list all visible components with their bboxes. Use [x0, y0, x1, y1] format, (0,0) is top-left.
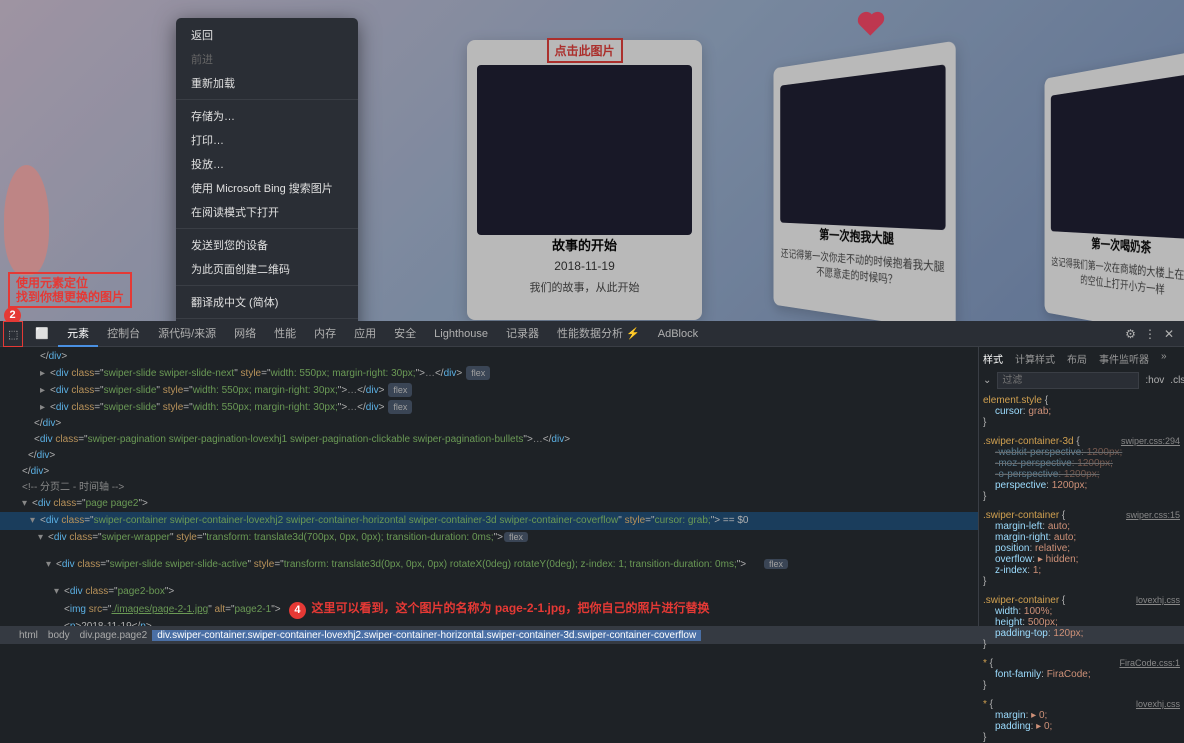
ctx-reload[interactable]: 重新加载: [176, 71, 358, 95]
tab-application[interactable]: 应用: [345, 321, 385, 347]
elements-panel[interactable]: </div>▸<div class="swiper-slide swiper-s…: [0, 347, 978, 626]
card-date: 2018-11-19: [477, 259, 692, 273]
cls-toggle[interactable]: .cls: [1170, 375, 1184, 386]
heart-icon: [860, 14, 881, 35]
ctx-forward: 前进: [176, 47, 358, 71]
tab-network[interactable]: 网络: [225, 321, 265, 347]
ctx-send-device[interactable]: 发送到您的设备: [176, 233, 358, 257]
settings-icon[interactable]: ⚙: [1125, 327, 1136, 341]
ctx-translate-cn[interactable]: 翻译成中文 (简体): [176, 290, 358, 314]
card-image: [477, 65, 692, 235]
crumb-page[interactable]: div.page.page2: [75, 630, 153, 641]
card-subtitle: 还记得第一次你走不动的时候抱着我大腿不愿意走的时候吗？: [780, 245, 945, 293]
tab-console[interactable]: 控制台: [98, 321, 149, 347]
ctx-saveas[interactable]: 存储为…: [176, 104, 358, 128]
annotation-element-locate: 使用元素定位找到你想更换的图片: [8, 272, 132, 308]
swiper-card-center[interactable]: 点击此图片 3 故事的开始 2018-11-19 我们的故事，从此开始: [467, 40, 702, 320]
styles-filter-row: ⌄ :hov .cls + ⬜ ▭: [983, 372, 1180, 389]
crumb-swiper[interactable]: div.swiper-container.swiper-container-lo…: [152, 630, 701, 641]
tab-performance[interactable]: 性能: [265, 321, 305, 347]
styles-panel[interactable]: 样式 计算样式 布局 事件监听器 » ⌄ :hov .cls + ⬜ ▭ ele…: [978, 347, 1184, 626]
card-image: [780, 64, 945, 230]
tab-lighthouse[interactable]: Lighthouse: [425, 321, 497, 347]
ctx-reader[interactable]: 在阅读模式下打开: [176, 200, 358, 224]
page-background: 点击此图片 3 故事的开始 2018-11-19 我们的故事，从此开始 第一次抱…: [0, 0, 1184, 321]
close-icon[interactable]: ✕: [1164, 327, 1174, 341]
tab-listeners[interactable]: 事件监听器: [1099, 351, 1149, 366]
tab-sources[interactable]: 源代码/来源: [149, 321, 225, 347]
ctx-back[interactable]: 返回: [176, 23, 358, 47]
devtools-main: </div>▸<div class="swiper-slide swiper-s…: [0, 347, 1184, 626]
tab-computed[interactable]: 计算样式: [1015, 351, 1055, 366]
more-icon[interactable]: ⋮: [1144, 327, 1156, 341]
card-title: 故事的开始: [477, 235, 692, 254]
tab-elements[interactable]: 元素: [58, 321, 98, 347]
ctx-qr[interactable]: 为此页面创建二维码: [176, 257, 358, 281]
tab-memory[interactable]: 内存: [305, 321, 345, 347]
tab-styles[interactable]: 样式: [983, 351, 1003, 366]
annotation-click-image: 点击此图片: [546, 38, 622, 63]
tab-adblock[interactable]: AdBlock: [649, 321, 707, 347]
crumb-body[interactable]: body: [43, 630, 75, 641]
crumb-html[interactable]: html: [14, 630, 43, 641]
ctx-print[interactable]: 打印…: [176, 128, 358, 152]
context-menu: 返回 前进 重新加载 存储为… 打印… 投放… 使用 Microsoft Bin…: [176, 18, 358, 321]
tabs-overflow-icon[interactable]: »: [1161, 351, 1167, 366]
swiper-card-right-1[interactable]: 第一次抱我大腿 还记得第一次你走不动的时候抱着我大腿不愿意走的时候吗？: [773, 41, 955, 321]
styles-tabs: 样式 计算样式 布局 事件监听器 »: [983, 351, 1180, 366]
card-subtitle: 这记得我们第一次在商城的大楼上在杯子的空位上打开小方一样: [1051, 254, 1184, 304]
inspect-element-icon[interactable]: ⬚: [3, 321, 23, 347]
ctx-cast[interactable]: 投放…: [176, 152, 358, 176]
card-image: [1051, 72, 1184, 240]
tab-recorder[interactable]: 记录器: [497, 321, 548, 347]
card-subtitle: 我们的故事，从此开始: [477, 279, 692, 295]
device-toolbar-icon[interactable]: ⬜: [26, 321, 58, 347]
tab-security[interactable]: 安全: [385, 321, 425, 347]
funnel-icon: ⌄: [983, 375, 991, 386]
filter-input[interactable]: [997, 372, 1139, 389]
plush-toy-left: [4, 165, 49, 275]
swiper-card-right-2[interactable]: 第一次喝奶茶 这记得我们第一次在商城的大楼上在杯子的空位上打开小方一样: [1045, 48, 1184, 321]
ctx-bing-search[interactable]: 使用 Microsoft Bing 搜索图片: [176, 176, 358, 200]
tab-perfinsights[interactable]: 性能数据分析 ⚡: [548, 321, 649, 347]
annotation-badge-2: 2: [4, 307, 21, 321]
tab-layout[interactable]: 布局: [1067, 351, 1087, 366]
devtools-tabbar: ⬚ ⬜ 元素 控制台 源代码/来源 网络 性能 内存 应用 安全 Lightho…: [0, 321, 1184, 347]
hov-toggle[interactable]: :hov: [1145, 375, 1164, 386]
